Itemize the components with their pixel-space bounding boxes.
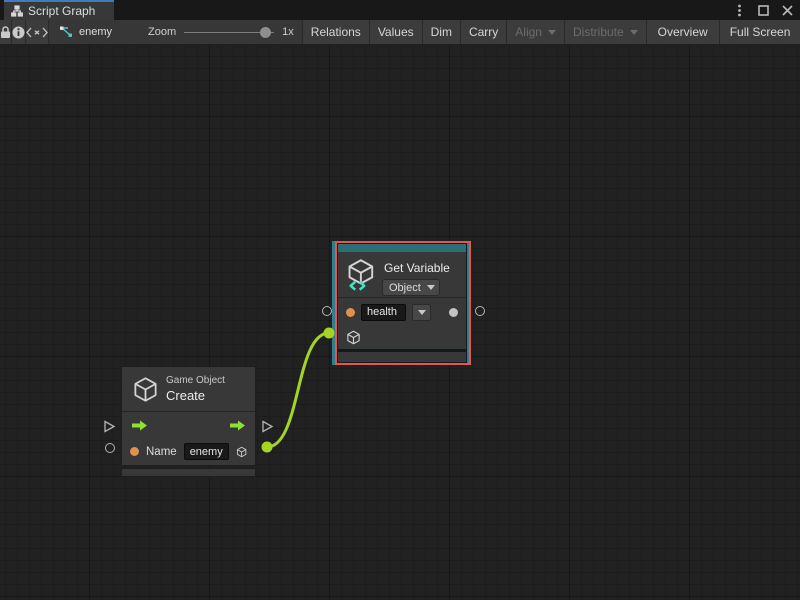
dim-label: Dim (431, 25, 452, 39)
chevron-down-icon (427, 285, 435, 290)
lock-icon (0, 26, 11, 39)
name-value: enemy (190, 446, 223, 458)
node-graph-icon (59, 26, 73, 38)
get-variable-header-accent (338, 244, 466, 252)
graph-toolbar: enemy Zoom 1x Relations Values Dim Carry… (0, 20, 800, 45)
node-game-object-create[interactable]: Game Object Create Name enemy (121, 366, 256, 477)
align-button[interactable]: Align (507, 20, 565, 44)
values-label: Values (378, 25, 414, 39)
full-screen-button[interactable]: Full Screen (720, 20, 800, 44)
value-output-port[interactable] (449, 308, 458, 317)
graph-breadcrumb[interactable]: enemy (49, 20, 122, 44)
overview-label: Overview (658, 25, 708, 39)
gameobject-output-cube-icon[interactable] (236, 444, 247, 460)
carry-label: Carry (469, 25, 498, 39)
chevron-down-icon (418, 310, 426, 315)
object-input-cube-icon[interactable] (346, 330, 361, 345)
info-icon (12, 26, 25, 39)
window-menu-icon[interactable] (732, 2, 746, 18)
window-controls (732, 0, 794, 20)
overview-button[interactable]: Overview (647, 20, 720, 44)
wire-target-dot[interactable] (324, 328, 335, 339)
info-button[interactable] (12, 20, 26, 44)
create-node-subtitle: Game Object (166, 375, 225, 386)
value-output-external-port[interactable] (475, 306, 485, 316)
tab-title: Script Graph (28, 4, 95, 18)
name-input-field[interactable]: enemy (184, 443, 229, 460)
align-label: Align (515, 25, 542, 39)
script-graph-window: Script Graph (0, 0, 800, 600)
name-input-port[interactable] (130, 447, 139, 456)
tab-script-graph[interactable]: Script Graph (4, 0, 114, 20)
maximize-icon[interactable] (756, 2, 770, 18)
full-screen-label: Full Screen (730, 25, 791, 39)
flow-in-arrow-icon[interactable] (131, 420, 148, 431)
variable-picker-dropdown[interactable] (412, 304, 431, 321)
chevron-down-icon (548, 30, 556, 35)
zoom-value: 1x (282, 26, 294, 38)
angle-brackets-x-icon (26, 27, 48, 38)
graph-name: enemy (79, 26, 112, 38)
relations-label: Relations (311, 25, 361, 39)
create-flow-row (122, 412, 255, 438)
distribute-label: Distribute (573, 25, 624, 39)
scope-dropdown-value: Object (389, 282, 421, 294)
close-icon[interactable] (780, 2, 794, 18)
node-get-variable-selected[interactable]: Get Variable Object health (335, 241, 471, 365)
distribute-button[interactable]: Distribute (565, 20, 647, 44)
graph-canvas[interactable]: Game Object Create Name enemy (0, 45, 800, 600)
dim-button[interactable]: Dim (423, 20, 461, 44)
get-variable-object-row (338, 326, 466, 349)
variable-name-field[interactable]: health (361, 304, 406, 321)
scope-dropdown[interactable]: Object (382, 279, 440, 296)
create-node-footer (121, 468, 256, 477)
chevron-down-icon (630, 30, 638, 35)
name-label: Name (146, 446, 177, 458)
variable-name-external-port[interactable] (322, 306, 332, 316)
cube-icon (132, 376, 159, 403)
create-node-title: Create (166, 388, 205, 403)
variable-name-input-port[interactable] (346, 308, 355, 317)
relations-button[interactable]: Relations (302, 20, 370, 44)
zoom-slider-handle[interactable] (260, 27, 271, 38)
values-button[interactable]: Values (370, 20, 423, 44)
selection-teal-edge (467, 243, 469, 363)
lock-button[interactable] (0, 20, 12, 44)
get-variable-name-row: health (338, 298, 466, 326)
cube-code-icon (345, 258, 379, 292)
create-node-header[interactable]: Game Object Create (122, 367, 255, 411)
carry-button[interactable]: Carry (461, 20, 507, 44)
wire-source-dot[interactable] (262, 442, 273, 453)
flow-in-external-port[interactable] (103, 420, 116, 433)
titlebar: Script Graph (0, 0, 800, 20)
flow-out-arrow-icon[interactable] (229, 420, 246, 431)
get-variable-header[interactable]: Get Variable Object (338, 252, 466, 297)
zoom-slider[interactable] (184, 27, 274, 38)
zoom-label: Zoom (148, 26, 176, 38)
name-input-external-port[interactable] (105, 443, 115, 453)
edit-graph-button[interactable] (26, 20, 49, 44)
create-name-row: Name enemy (122, 438, 255, 465)
flow-out-external-port[interactable] (261, 420, 274, 433)
get-variable-title: Get Variable (384, 261, 450, 275)
variable-name-value: health (367, 306, 397, 318)
zoom-control: Zoom 1x (122, 20, 302, 44)
get-variable-footer (338, 352, 466, 362)
graph-hierarchy-icon (11, 5, 23, 17)
